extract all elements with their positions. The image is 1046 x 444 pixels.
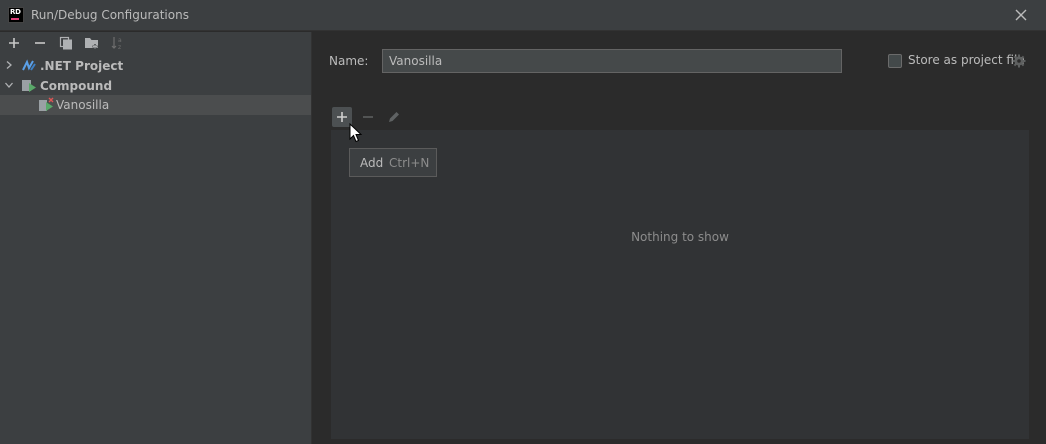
logo-text: RD <box>10 8 21 16</box>
name-field[interactable] <box>382 49 842 73</box>
chevron-down-icon[interactable] <box>4 80 14 90</box>
tree-item-vanosilla[interactable]: Vanosilla <box>0 95 311 115</box>
rider-logo-icon: RD <box>8 7 24 23</box>
name-label: Name: <box>329 54 369 68</box>
chevron-right-icon[interactable] <box>4 60 14 70</box>
add-tooltip: Add Ctrl+N <box>349 148 437 177</box>
tooltip-label: Add <box>360 156 384 170</box>
tree-item-label: Compound <box>40 79 113 93</box>
close-icon[interactable] <box>1012 6 1030 24</box>
copy-icon[interactable] <box>58 35 74 51</box>
edit-button[interactable] <box>384 107 404 127</box>
tree-item-label: .NET Project <box>40 59 124 73</box>
mouse-cursor-icon <box>349 123 363 143</box>
svg-text:z: z <box>118 44 121 51</box>
store-as-project-file-checkbox[interactable] <box>888 54 902 68</box>
tree-item-compound[interactable]: Compound <box>0 76 311 96</box>
sort-icon[interactable]: a z <box>110 35 126 51</box>
window-title: Run/Debug Configurations <box>31 8 189 22</box>
gear-icon[interactable] <box>1012 54 1026 68</box>
configurations-toolbar: a z <box>0 32 311 54</box>
remove-icon[interactable] <box>32 35 48 51</box>
title-bar: RD Run/Debug Configurations <box>0 0 1046 31</box>
empty-state-text: Nothing to show <box>631 230 729 244</box>
compound-config-icon <box>39 97 54 111</box>
store-as-project-file-label[interactable]: Store as project file <box>908 53 1025 67</box>
edit-icon <box>389 112 399 122</box>
dotnet-icon <box>22 59 36 71</box>
folder-icon[interactable] <box>84 35 100 51</box>
configurations-panel: a z .NET Project Compound Vanosilla <box>0 32 312 444</box>
svg-text:a: a <box>118 37 122 44</box>
tree-item-label: Vanosilla <box>56 98 110 112</box>
compound-icon <box>22 80 36 92</box>
tooltip-shortcut: Ctrl+N <box>389 156 430 170</box>
add-icon[interactable] <box>6 35 22 51</box>
tree-item-dotnet-project[interactable]: .NET Project <box>0 56 311 76</box>
